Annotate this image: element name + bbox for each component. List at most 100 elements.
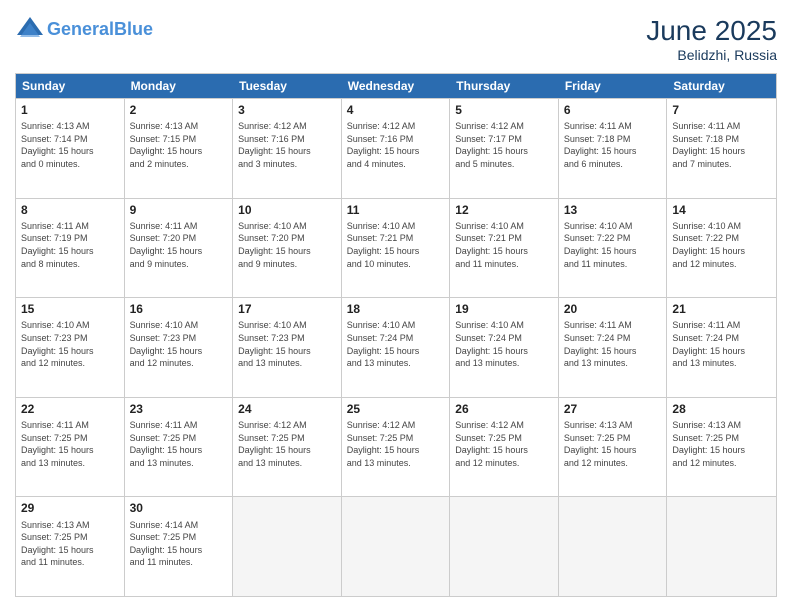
calendar-cell: 24 Sunrise: 4:12 AM Sunset: 7:25 PM Dayli…: [233, 398, 342, 497]
day-number: 23: [130, 401, 228, 417]
cell-info: Sunrise: 4:11 AM Sunset: 7:20 PM Dayligh…: [130, 220, 228, 270]
cell-info: Sunrise: 4:10 AM Sunset: 7:23 PM Dayligh…: [238, 319, 336, 369]
calendar-cell: 12 Sunrise: 4:10 AM Sunset: 7:21 PM Dayli…: [450, 199, 559, 298]
cell-info: Sunrise: 4:10 AM Sunset: 7:24 PM Dayligh…: [455, 319, 553, 369]
calendar-cell: 3Sunrise: 4:12 AM Sunset: 7:16 PM Daylig…: [233, 99, 342, 198]
calendar-cell: 9 Sunrise: 4:11 AM Sunset: 7:20 PM Daylig…: [125, 199, 234, 298]
calendar-cell: [559, 497, 668, 596]
calendar-cell: 25 Sunrise: 4:12 AM Sunset: 7:25 PM Dayli…: [342, 398, 451, 497]
logo-icon: [15, 15, 45, 45]
day-number: 13: [564, 202, 662, 218]
day-number: 19: [455, 301, 553, 317]
cell-info: Sunrise: 4:12 AM Sunset: 7:25 PM Dayligh…: [347, 419, 445, 469]
cell-info: Sunrise: 4:12 AM Sunset: 7:25 PM Dayligh…: [238, 419, 336, 469]
day-number: 24: [238, 401, 336, 417]
day-number: 25: [347, 401, 445, 417]
calendar-cell: [233, 497, 342, 596]
day-number: 9: [130, 202, 228, 218]
day-number: 2: [130, 102, 228, 118]
calendar-cell: 29Sunrise: 4:13 AM Sunset: 7:25 PM Dayli…: [16, 497, 125, 596]
cell-info: Sunrise: 4:10 AM Sunset: 7:22 PM Dayligh…: [564, 220, 662, 270]
day-number: 30: [130, 500, 228, 516]
day-number: 22: [21, 401, 119, 417]
calendar-cell: 22 Sunrise: 4:11 AM Sunset: 7:25 PM Dayli…: [16, 398, 125, 497]
day-number: 3: [238, 102, 336, 118]
calendar-cell: 1 Sunrise: 4:13 AM Sunset: 7:14 PM Daylig…: [16, 99, 125, 198]
cell-info: Sunrise: 4:10 AM Sunset: 7:22 PM Dayligh…: [672, 220, 771, 270]
day-number: 15: [21, 301, 119, 317]
cell-info: Sunrise: 4:10 AM Sunset: 7:24 PM Dayligh…: [347, 319, 445, 369]
calendar-row-4: 22 Sunrise: 4:11 AM Sunset: 7:25 PM Dayli…: [16, 397, 776, 497]
day-number: 27: [564, 401, 662, 417]
day-number: 5: [455, 102, 553, 118]
header: GeneralBlue June 2025 Belidzhi, Russia: [15, 15, 777, 63]
day-number: 29: [21, 500, 119, 516]
cell-info: Sunrise: 4:11 AM Sunset: 7:18 PM Dayligh…: [564, 120, 662, 170]
calendar-cell: 28 Sunrise: 4:13 AM Sunset: 7:25 PM Dayli…: [667, 398, 776, 497]
day-number: 4: [347, 102, 445, 118]
calendar-cell: 16 Sunrise: 4:10 AM Sunset: 7:23 PM Dayli…: [125, 298, 234, 397]
day-number: 1: [21, 102, 119, 118]
calendar-cell: 7 Sunrise: 4:11 AM Sunset: 7:18 PM Daylig…: [667, 99, 776, 198]
day-number: 17: [238, 301, 336, 317]
cell-info: Sunrise: 4:13 AM Sunset: 7:15 PM Dayligh…: [130, 120, 228, 170]
calendar-cell: 27 Sunrise: 4:13 AM Sunset: 7:25 PM Dayli…: [559, 398, 668, 497]
calendar-cell: 17 Sunrise: 4:10 AM Sunset: 7:23 PM Dayli…: [233, 298, 342, 397]
calendar-cell: 21 Sunrise: 4:11 AM Sunset: 7:24 PM Dayli…: [667, 298, 776, 397]
month-title: June 2025: [646, 15, 777, 47]
day-number: 21: [672, 301, 771, 317]
cell-info: Sunrise: 4:10 AM Sunset: 7:23 PM Dayligh…: [21, 319, 119, 369]
calendar-cell: 2 Sunrise: 4:13 AM Sunset: 7:15 PM Daylig…: [125, 99, 234, 198]
cell-info: Sunrise: 4:10 AM Sunset: 7:21 PM Dayligh…: [455, 220, 553, 270]
calendar-cell: 23 Sunrise: 4:11 AM Sunset: 7:25 PM Dayli…: [125, 398, 234, 497]
calendar-cell: 14 Sunrise: 4:10 AM Sunset: 7:22 PM Dayli…: [667, 199, 776, 298]
calendar-cell: 5Sunrise: 4:12 AM Sunset: 7:17 PM Daylig…: [450, 99, 559, 198]
calendar-cell: 11Sunrise: 4:10 AM Sunset: 7:21 PM Dayli…: [342, 199, 451, 298]
logo: GeneralBlue: [15, 15, 153, 45]
cell-info: Sunrise: 4:11 AM Sunset: 7:25 PM Dayligh…: [130, 419, 228, 469]
calendar-row-1: 1 Sunrise: 4:13 AM Sunset: 7:14 PM Daylig…: [16, 98, 776, 198]
calendar-row-5: 29Sunrise: 4:13 AM Sunset: 7:25 PM Dayli…: [16, 496, 776, 596]
weekday-friday: Friday: [559, 74, 668, 98]
calendar-cell: 13 Sunrise: 4:10 AM Sunset: 7:22 PM Dayli…: [559, 199, 668, 298]
weekday-sunday: Sunday: [16, 74, 125, 98]
weekday-thursday: Thursday: [450, 74, 559, 98]
calendar-cell: 10Sunrise: 4:10 AM Sunset: 7:20 PM Dayli…: [233, 199, 342, 298]
cell-info: Sunrise: 4:13 AM Sunset: 7:25 PM Dayligh…: [564, 419, 662, 469]
day-number: 7: [672, 102, 771, 118]
cell-info: Sunrise: 4:14 AM Sunset: 7:25 PM Dayligh…: [130, 519, 228, 569]
page: GeneralBlue June 2025 Belidzhi, Russia S…: [0, 0, 792, 612]
calendar-cell: 20 Sunrise: 4:11 AM Sunset: 7:24 PM Dayli…: [559, 298, 668, 397]
cell-info: Sunrise: 4:11 AM Sunset: 7:24 PM Dayligh…: [564, 319, 662, 369]
calendar-cell: 8Sunrise: 4:11 AM Sunset: 7:19 PM Daylig…: [16, 199, 125, 298]
day-number: 20: [564, 301, 662, 317]
calendar: Sunday Monday Tuesday Wednesday Thursday…: [15, 73, 777, 597]
day-number: 8: [21, 202, 119, 218]
cell-info: Sunrise: 4:13 AM Sunset: 7:25 PM Dayligh…: [672, 419, 771, 469]
day-number: 16: [130, 301, 228, 317]
cell-info: Sunrise: 4:10 AM Sunset: 7:20 PM Dayligh…: [238, 220, 336, 270]
cell-info: Sunrise: 4:11 AM Sunset: 7:25 PM Dayligh…: [21, 419, 119, 469]
weekday-saturday: Saturday: [667, 74, 776, 98]
day-number: 6: [564, 102, 662, 118]
calendar-cell: 4Sunrise: 4:12 AM Sunset: 7:16 PM Daylig…: [342, 99, 451, 198]
day-number: 12: [455, 202, 553, 218]
calendar-cell: [667, 497, 776, 596]
cell-info: Sunrise: 4:10 AM Sunset: 7:21 PM Dayligh…: [347, 220, 445, 270]
calendar-cell: 6 Sunrise: 4:11 AM Sunset: 7:18 PM Daylig…: [559, 99, 668, 198]
day-number: 14: [672, 202, 771, 218]
day-number: 28: [672, 401, 771, 417]
cell-info: Sunrise: 4:11 AM Sunset: 7:18 PM Dayligh…: [672, 120, 771, 170]
weekday-tuesday: Tuesday: [233, 74, 342, 98]
day-number: 26: [455, 401, 553, 417]
cell-info: Sunrise: 4:10 AM Sunset: 7:23 PM Dayligh…: [130, 319, 228, 369]
title-block: June 2025 Belidzhi, Russia: [646, 15, 777, 63]
location-title: Belidzhi, Russia: [646, 47, 777, 63]
calendar-cell: 18Sunrise: 4:10 AM Sunset: 7:24 PM Dayli…: [342, 298, 451, 397]
logo-text: GeneralBlue: [47, 19, 153, 41]
calendar-cell: [342, 497, 451, 596]
calendar-row-3: 15 Sunrise: 4:10 AM Sunset: 7:23 PM Dayli…: [16, 297, 776, 397]
cell-info: Sunrise: 4:13 AM Sunset: 7:14 PM Dayligh…: [21, 120, 119, 170]
cell-info: Sunrise: 4:11 AM Sunset: 7:24 PM Dayligh…: [672, 319, 771, 369]
calendar-header: Sunday Monday Tuesday Wednesday Thursday…: [16, 74, 776, 98]
